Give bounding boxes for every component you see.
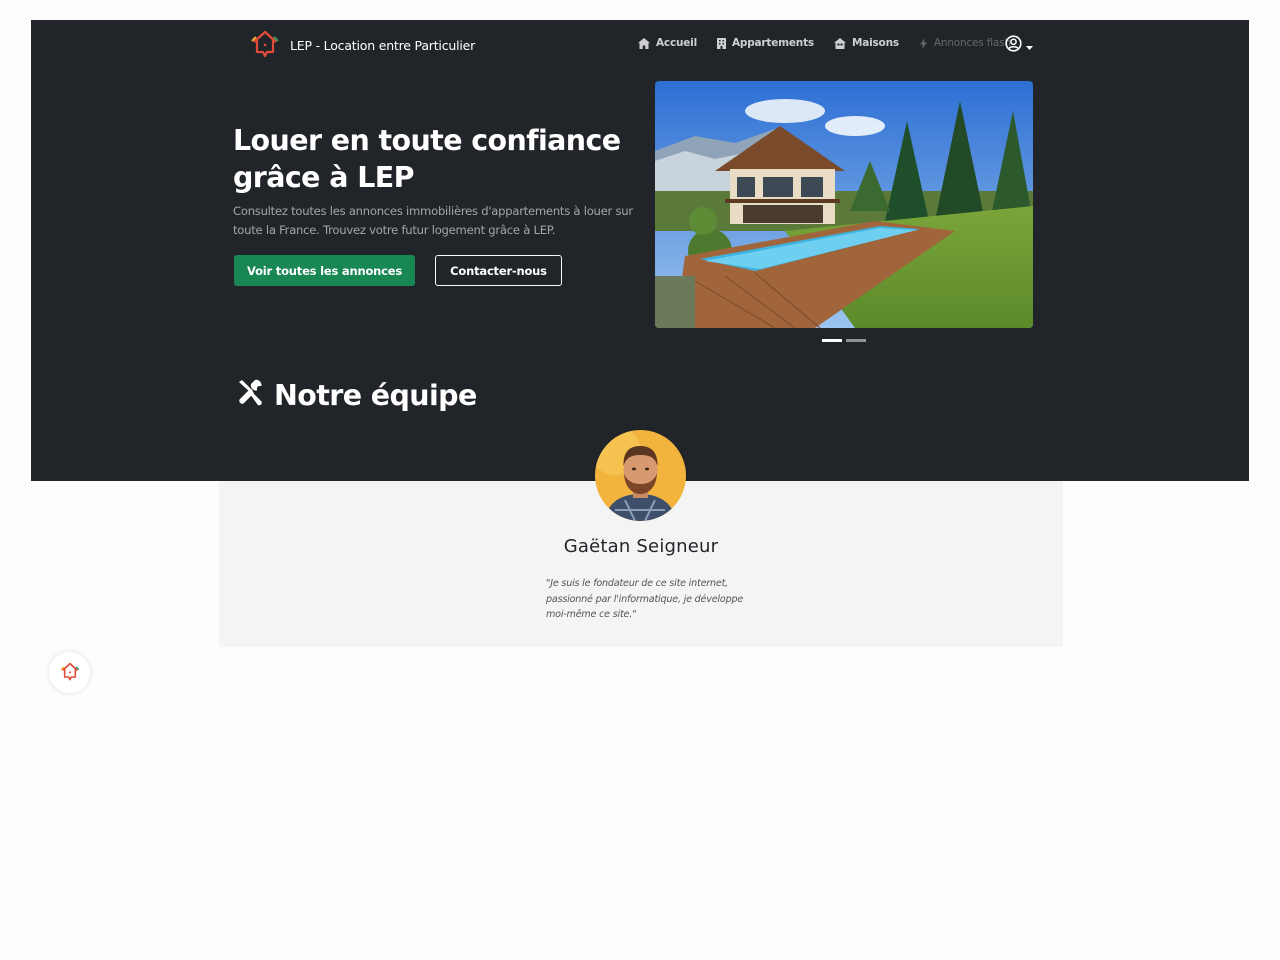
home-icon <box>638 37 650 49</box>
team-heading-text: Notre équipe <box>274 379 477 412</box>
house-with-pool-photo <box>655 81 1033 328</box>
main-nav: Accueil Appartements Maisons Annonces fl… <box>638 37 1011 49</box>
bolt-icon <box>919 37 928 49</box>
team-member-quote: "Je suis le fondateur de ce site interne… <box>546 578 744 620</box>
house-icon <box>833 37 846 49</box>
hero-carousel[interactable] <box>655 81 1033 328</box>
logo-icon <box>60 661 80 685</box>
navbar-brand[interactable]: LEP - Location entre Particulier <box>250 28 475 62</box>
carousel-indicator-1[interactable] <box>822 339 842 342</box>
nav-item-label: Annonces flash <box>933 37 1011 49</box>
brand-title: LEP - Location entre Particulier <box>290 37 476 53</box>
nav-item-maisons[interactable]: Maisons <box>833 37 899 49</box>
nav-item-accueil[interactable]: Accueil <box>638 37 697 49</box>
building-icon <box>716 37 726 49</box>
user-menu-toggle[interactable] <box>1005 35 1033 56</box>
hero-section: LEP - Location entre Particulier Accueil… <box>31 20 1249 481</box>
nav-item-annonces-flash[interactable]: Annonces flash <box>919 37 1011 49</box>
team-member-name: Gaëtan Seigneur <box>563 536 719 557</box>
view-all-listings-button[interactable]: Voir toutes les annonces <box>234 255 415 286</box>
hero-lead: Consultez toutes les annonces immobilièr… <box>233 204 633 237</box>
hero-title: Louer en toute confiance grâce à LEP <box>233 124 621 194</box>
avatar <box>595 430 686 521</box>
nav-item-appartements[interactable]: Appartements <box>716 37 814 49</box>
carousel-indicators <box>822 339 866 342</box>
contact-us-button[interactable]: Contacter-nous <box>435 255 562 286</box>
logo-icon <box>250 28 280 62</box>
user-circle-icon <box>1005 35 1022 56</box>
nav-item-label: Accueil <box>656 37 697 49</box>
caret-down-icon <box>1026 36 1033 55</box>
nav-item-label: Appartements <box>731 37 814 49</box>
page: LEP - Location entre Particulier Accueil… <box>31 20 1249 680</box>
floating-home-button[interactable] <box>49 652 90 693</box>
carousel-indicator-2[interactable] <box>846 339 866 342</box>
tools-icon <box>236 378 264 413</box>
nav-item-label: Maisons <box>851 37 899 49</box>
team-heading: Notre équipe <box>236 378 477 413</box>
